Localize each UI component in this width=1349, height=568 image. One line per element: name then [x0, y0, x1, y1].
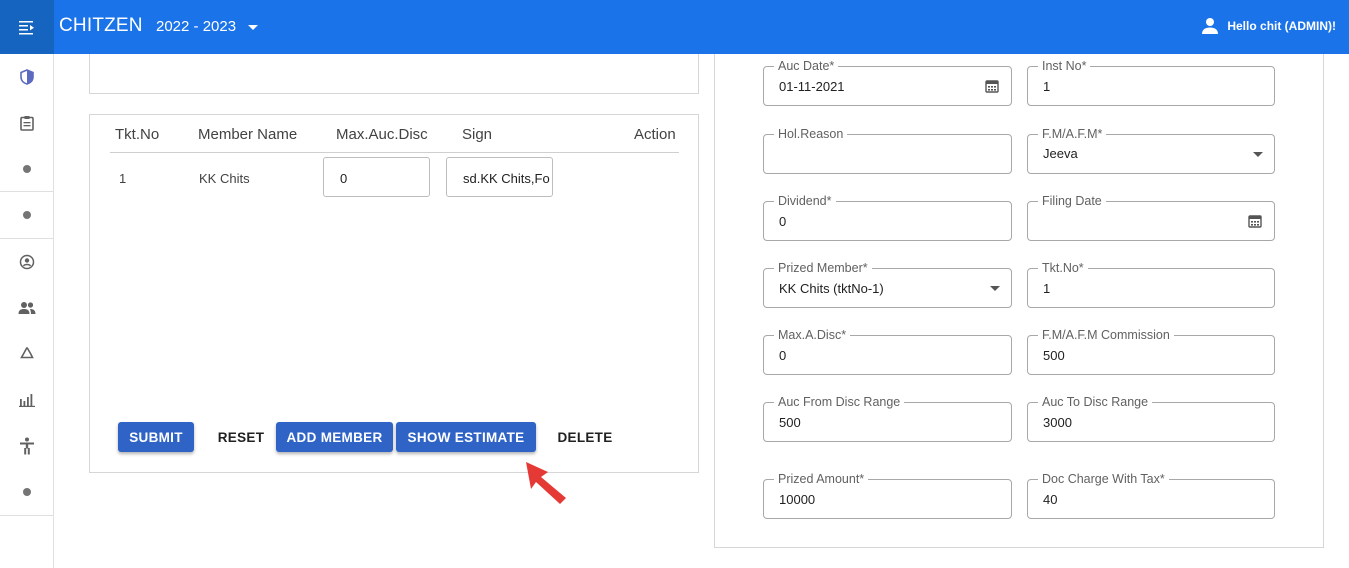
nav-item-recycle[interactable] — [0, 331, 54, 377]
fm-afm-select[interactable]: F.M/A.F.M* Jeeva — [1027, 126, 1275, 174]
nav-item-accessibility[interactable] — [0, 423, 54, 469]
fm-afm-commission-label: F.M/A.F.M Commission — [1038, 327, 1174, 343]
dot-icon — [23, 211, 31, 219]
auc-to-disc-range-value: 3000 — [1043, 415, 1072, 430]
auc-from-disc-range-label: Auc From Disc Range — [774, 394, 905, 410]
max-auc-disc-input[interactable]: 0 — [323, 157, 430, 197]
header-tkt-no: Tkt.No — [115, 126, 160, 143]
bar-chart-icon — [19, 394, 35, 407]
nav-item-chart[interactable] — [0, 377, 54, 423]
caret-down-icon — [990, 286, 1000, 291]
recycle-icon — [20, 347, 34, 359]
table-header-divider — [110, 152, 679, 153]
user-menu[interactable]: Hello chit (ADMIN)! — [1201, 17, 1336, 35]
dot-icon — [23, 165, 31, 173]
pointer-arrow-icon — [526, 462, 566, 504]
cell-member-name: KK Chits — [199, 171, 250, 186]
tkt-no-value: 1 — [1043, 281, 1051, 296]
doc-charge-with-tax-field[interactable]: Doc Charge With Tax* 40 — [1027, 471, 1275, 519]
nav-item-clipboard[interactable] — [0, 100, 54, 146]
tkt-no-label: Tkt.No* — [1038, 260, 1088, 276]
inst-no-label: Inst No* — [1038, 58, 1091, 74]
doc-charge-with-tax-value: 40 — [1043, 492, 1058, 507]
nav-item-dot-2[interactable] — [0, 192, 54, 238]
app-title: CHITZEN — [59, 15, 143, 36]
nav-item-group[interactable] — [0, 285, 54, 331]
side-nav-rail — [0, 54, 54, 568]
prized-member-label: Prized Member* — [774, 260, 872, 276]
prized-amount-value: 10000 — [779, 492, 816, 507]
shield-icon — [20, 69, 34, 85]
sign-input[interactable]: sd.KK Chits,Fo — [446, 157, 553, 197]
auc-from-disc-range-value: 500 — [779, 415, 801, 430]
financial-year-value: 2022 - 2023 — [156, 18, 237, 35]
rail-divider — [0, 515, 54, 516]
show-estimate-button[interactable]: SHOW ESTIMATE — [396, 422, 536, 452]
menu-toggle-button[interactable] — [0, 0, 54, 54]
calendar-icon[interactable] — [1248, 214, 1262, 228]
app-bar: CHITZEN 2022 - 2023 Hello chit (ADMIN)! — [0, 0, 1349, 54]
header-sign: Sign — [462, 126, 493, 143]
upper-panel — [89, 54, 699, 94]
auc-to-disc-range-label: Auc To Disc Range — [1038, 394, 1153, 410]
fm-afm-value: Jeeva — [1043, 146, 1078, 161]
prized-amount-field[interactable]: Prized Amount* 10000 — [763, 471, 1012, 519]
auc-date-label: Auc Date* — [774, 58, 839, 74]
hol-reason-field[interactable]: Hol.Reason — [763, 126, 1012, 174]
clipboard-icon — [20, 116, 34, 131]
user-greeting: Hello chit (ADMIN)! — [1227, 19, 1336, 33]
dividend-label: Dividend* — [774, 193, 836, 209]
filing-date-field[interactable]: Filing Date — [1027, 193, 1275, 241]
auc-from-disc-range-field[interactable]: Auc From Disc Range 500 — [763, 394, 1012, 442]
auc-date-field[interactable]: Auc Date* 01-11-2021 — [763, 58, 1012, 106]
accessibility-icon — [20, 437, 34, 455]
doc-charge-with-tax-label: Doc Charge With Tax* — [1038, 471, 1169, 487]
menu-icon — [19, 21, 34, 35]
group-icon — [18, 302, 36, 314]
caret-down-icon — [248, 25, 259, 30]
person-icon — [1202, 18, 1219, 34]
inst-no-field[interactable]: Inst No* 1 — [1027, 58, 1275, 106]
filing-date-label: Filing Date — [1038, 193, 1106, 209]
nav-item-shield[interactable] — [0, 54, 54, 100]
auc-date-value: 01-11-2021 — [779, 79, 845, 94]
fm-afm-commission-field[interactable]: F.M/A.F.M Commission 500 — [1027, 327, 1275, 375]
account-circle-icon — [19, 254, 35, 270]
dot-icon — [23, 488, 31, 496]
dividend-field[interactable]: Dividend* 0 — [763, 193, 1012, 241]
max-a-disc-field[interactable]: Max.A.Disc* 0 — [763, 327, 1012, 375]
cell-tkt-no: 1 — [119, 171, 127, 186]
auc-to-disc-range-field[interactable]: Auc To Disc Range 3000 — [1027, 394, 1275, 442]
header-action: Action — [634, 126, 676, 143]
nav-item-dot-3[interactable] — [0, 469, 54, 515]
prized-member-value: KK Chits (tktNo-1) — [779, 281, 884, 296]
nav-item-dot-1[interactable] — [0, 146, 54, 192]
financial-year-dropdown[interactable]: 2022 - 2023 — [156, 18, 259, 35]
header-max-auc-disc: Max.Auc.Disc — [336, 126, 428, 143]
members-panel: Tkt.No Member Name Max.Auc.Disc Sign Act… — [89, 114, 699, 473]
delete-button[interactable]: DELETE — [548, 422, 622, 452]
header-member-name: Member Name — [198, 126, 298, 143]
prized-amount-label: Prized Amount* — [774, 471, 869, 487]
nav-item-account[interactable] — [0, 239, 54, 285]
add-member-button[interactable]: ADD MEMBER — [276, 422, 393, 452]
caret-down-icon — [1253, 152, 1263, 157]
calendar-icon[interactable] — [985, 79, 999, 93]
max-a-disc-label: Max.A.Disc* — [774, 327, 851, 343]
auction-form-panel: Auc Date* 01-11-2021 Inst No* 1 Hol.Reas… — [714, 54, 1324, 548]
submit-button[interactable]: SUBMIT — [118, 422, 194, 452]
fm-afm-label: F.M/A.F.M* — [1038, 126, 1107, 142]
max-a-disc-value: 0 — [779, 348, 787, 363]
hol-reason-label: Hol.Reason — [774, 126, 848, 142]
tkt-no-field[interactable]: Tkt.No* 1 — [1027, 260, 1275, 308]
reset-button[interactable]: RESET — [206, 422, 276, 452]
dividend-value: 0 — [779, 214, 787, 229]
fm-afm-commission-value: 500 — [1043, 348, 1065, 363]
inst-no-value: 1 — [1043, 79, 1051, 94]
prized-member-select[interactable]: Prized Member* KK Chits (tktNo-1) — [763, 260, 1012, 308]
